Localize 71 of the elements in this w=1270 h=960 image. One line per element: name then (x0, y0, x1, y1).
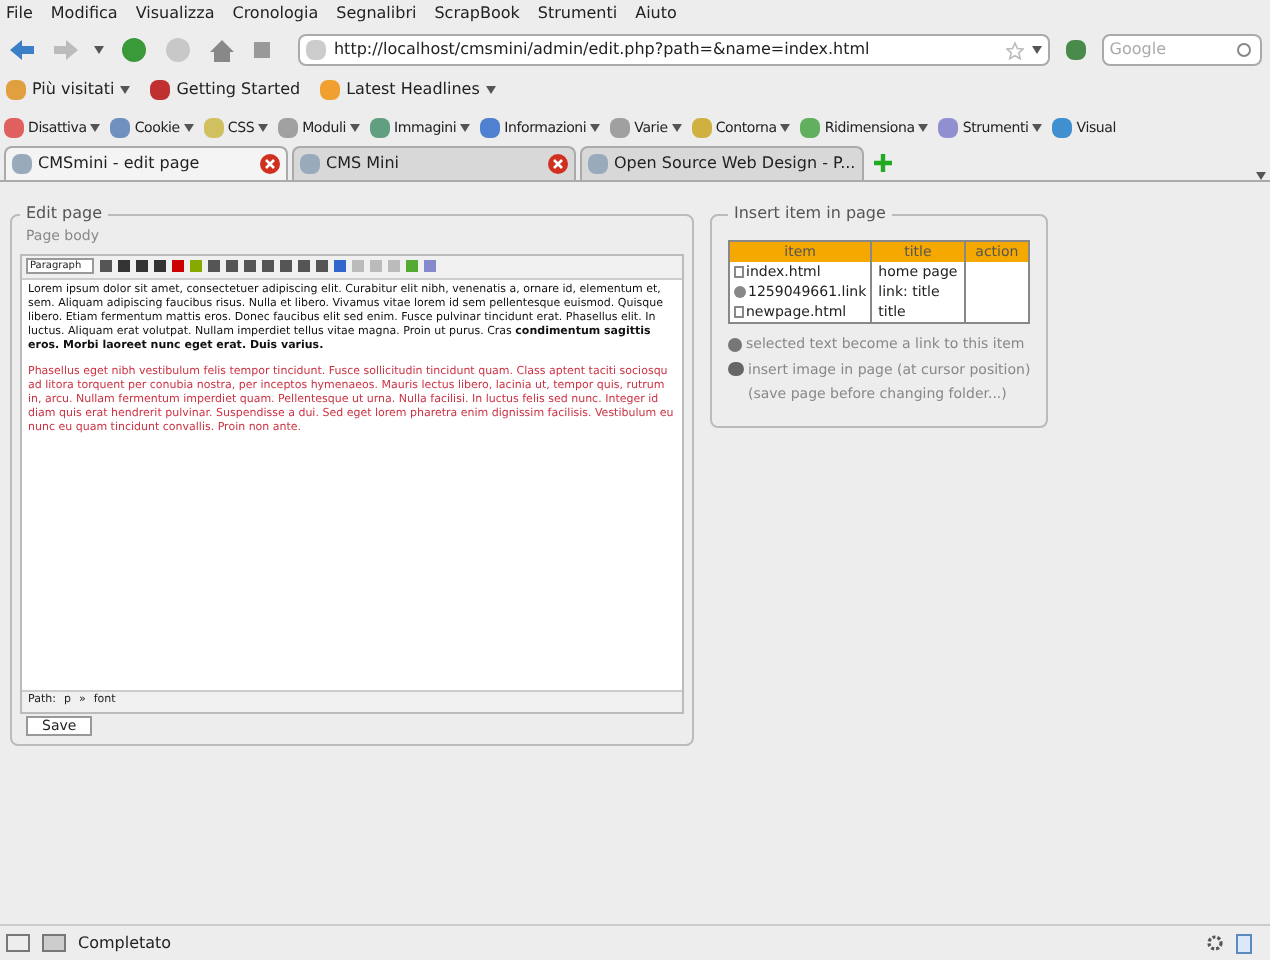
caret-icon[interactable] (1256, 172, 1266, 180)
panel-legend: Insert item in page (728, 202, 892, 226)
toolbar-icon (278, 118, 299, 138)
caret-icon[interactable] (1031, 46, 1042, 54)
bookmark-icon (150, 80, 171, 100)
bookmark-icon[interactable] (250, 38, 274, 62)
file-icon (734, 306, 744, 318)
caret-icon[interactable] (460, 124, 471, 132)
menu-item[interactable]: Segnalibri (336, 2, 417, 26)
search-icon[interactable] (1235, 41, 1254, 59)
menu-item[interactable]: Modifica (50, 2, 118, 26)
menu-item[interactable]: Strumenti (537, 2, 618, 26)
caret-icon[interactable] (120, 86, 131, 94)
toolbar-icon (610, 118, 631, 138)
panel-legend: Edit page (20, 202, 109, 226)
toolbar-icon (480, 118, 501, 138)
address-bar[interactable]: http://localhost/cmsmini/admin/edit.php?path=&name=index.html (297, 34, 1050, 66)
star-icon[interactable] (1005, 41, 1024, 59)
new-tab-icon[interactable] (874, 154, 892, 172)
menu-item[interactable]: Cronologia (232, 2, 319, 26)
status-icon[interactable] (6, 934, 30, 952)
link-icon (728, 337, 742, 352)
bookmark-icon (6, 80, 26, 100)
menu-item[interactable]: Visualizza (135, 2, 215, 26)
toolbar-icon (203, 118, 224, 138)
file-icon (734, 266, 744, 278)
home-icon[interactable] (207, 37, 235, 63)
menu-item[interactable]: File (6, 2, 33, 26)
image-icon (728, 362, 744, 377)
toolbar-icon (691, 118, 712, 138)
caret-icon[interactable] (1032, 124, 1043, 132)
link-icon (734, 286, 746, 298)
forward-arrow-icon[interactable] (51, 38, 79, 62)
toolbar-icon (370, 118, 390, 138)
page-icon (588, 154, 608, 174)
caret-icon[interactable] (350, 124, 360, 132)
close-icon[interactable] (548, 154, 568, 174)
caret-icon[interactable] (94, 46, 105, 54)
toolbar-icon (110, 118, 131, 138)
reload-icon[interactable] (120, 36, 148, 64)
editor-content[interactable] (22, 279, 682, 689)
caret-icon[interactable] (183, 124, 194, 132)
caret-icon[interactable] (918, 124, 929, 132)
menu-item[interactable]: ScrapBook (434, 2, 520, 26)
browser-tab[interactable]: CMSmini - edit page (4, 146, 288, 180)
status-text: Completato (78, 931, 172, 955)
toolbar-icon (4, 118, 24, 138)
bookmark-icon (320, 80, 341, 100)
bookmark-link[interactable]: Più visitati (32, 78, 115, 102)
bookmark-link[interactable]: Latest Headlines (346, 78, 480, 102)
caret-icon[interactable] (590, 124, 601, 132)
menu-item[interactable]: Aiuto (635, 2, 677, 26)
caret-icon[interactable] (485, 86, 496, 94)
status-icon[interactable] (42, 934, 66, 952)
browser-tab[interactable]: Open Source Web Design - P... (580, 146, 864, 180)
caret-icon[interactable] (671, 124, 682, 132)
toolbar-icon (938, 118, 959, 138)
caret-icon[interactable] (258, 124, 269, 132)
caret-icon[interactable] (90, 124, 101, 132)
toolbar-icon (1052, 118, 1073, 138)
page-icon (12, 154, 32, 174)
close-icon[interactable] (260, 154, 280, 174)
back-arrow-icon[interactable] (8, 38, 36, 62)
page-icon (305, 40, 326, 60)
browser-tab[interactable]: CMS Mini (292, 146, 576, 180)
document-icon[interactable] (1236, 933, 1252, 953)
caret-icon[interactable] (780, 124, 791, 132)
search-engine-icon (1065, 40, 1086, 60)
bookmark-link[interactable]: Getting Started (176, 78, 301, 102)
page-icon (300, 154, 320, 174)
toolbar-icon (800, 118, 821, 138)
